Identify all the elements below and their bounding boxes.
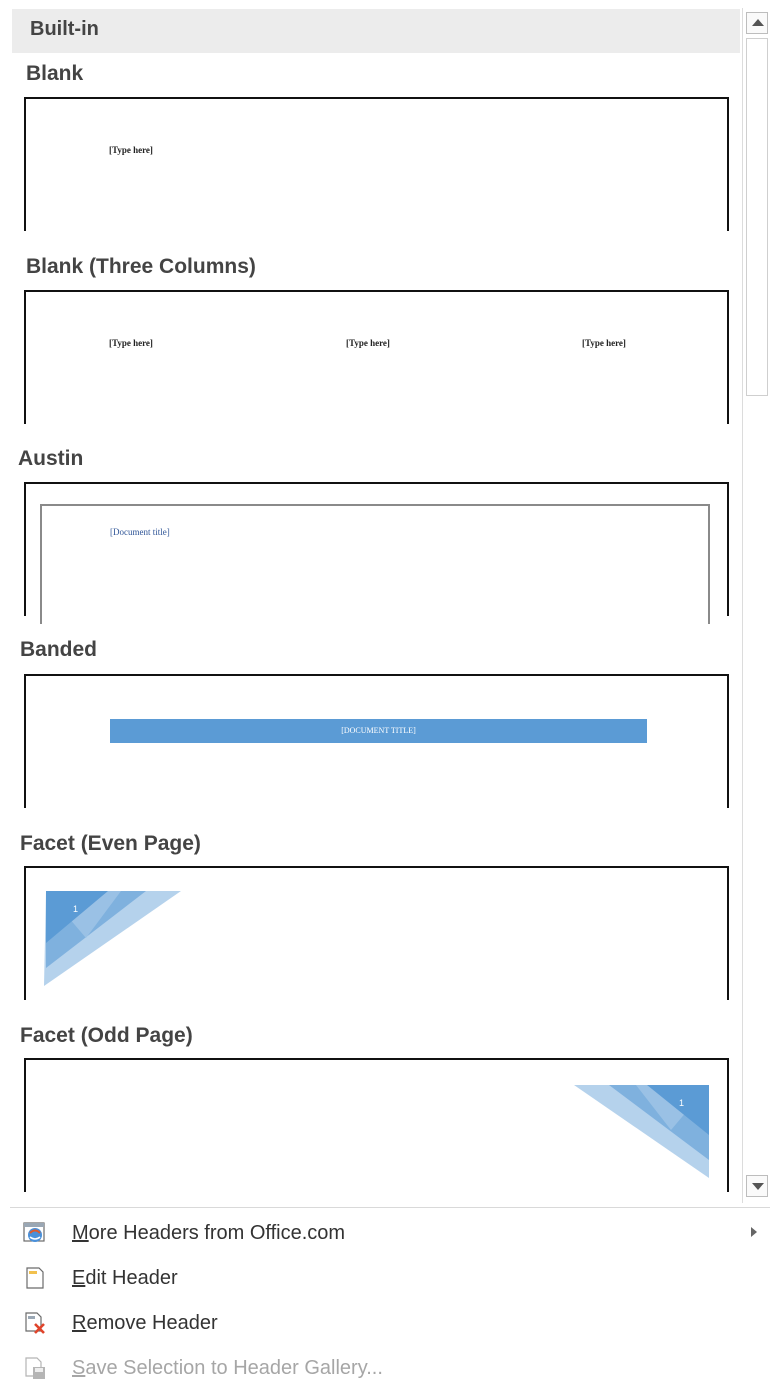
remove-header-label: Remove Header	[72, 1312, 218, 1334]
edit-header-label: Edit Header	[72, 1267, 178, 1289]
gallery-scrollbar[interactable]	[742, 8, 770, 1203]
remove-header-button[interactable]: Remove Header	[10, 1301, 765, 1345]
more-headers-label: More Headers from Office.com	[72, 1222, 346, 1244]
gallery-item-blank[interactable]: [Type here]	[24, 97, 729, 231]
document-title-band: [DOCUMENT TITLE]	[110, 719, 647, 743]
save-selection-label: Save Selection to Header Gallery...	[72, 1357, 383, 1379]
scrollbar-thumb[interactable]	[746, 38, 768, 396]
group-header-built-in: Built-in	[12, 9, 740, 53]
gallery-item-facet-odd-page[interactable]: 1	[24, 1058, 729, 1192]
header-gallery-menu: Built-in Blank [Type here] Blank (Three …	[0, 0, 770, 1391]
chevron-down-icon	[752, 1183, 764, 1190]
gallery-item-title-austin: Austin	[18, 447, 84, 470]
facet-page-number: 1	[679, 1098, 685, 1108]
more-headers-from-office-button[interactable]: More Headers from Office.com	[10, 1211, 765, 1255]
scroll-up-button[interactable]	[746, 12, 768, 34]
placeholder-text-center: [Type here]	[346, 338, 390, 348]
chevron-up-icon	[752, 19, 764, 26]
edit-header-button[interactable]: Edit Header	[10, 1256, 765, 1300]
facet-even-graphic	[44, 891, 181, 986]
header-gallery: Built-in Blank [Type here] Blank (Three …	[0, 0, 742, 1200]
gallery-item-banded[interactable]: [DOCUMENT TITLE]	[24, 674, 729, 808]
group-header-label: Built-in	[30, 18, 99, 40]
document-title-placeholder: [Document title]	[110, 527, 170, 537]
placeholder-text-right: [Type here]	[582, 338, 626, 348]
menu-divider	[10, 1207, 770, 1208]
facet-odd-graphic	[574, 1085, 709, 1178]
scroll-down-button[interactable]	[746, 1175, 768, 1197]
save-selection-icon	[25, 1357, 45, 1379]
gallery-item-title-blank-three-columns: Blank (Three Columns)	[26, 255, 256, 278]
office-web-icon	[23, 1222, 45, 1242]
facet-page-number: 1	[73, 904, 79, 914]
gallery-item-title-facet-even: Facet (Even Page)	[20, 832, 201, 855]
austin-border-frame: [Document title]	[40, 504, 710, 624]
remove-header-icon	[25, 1312, 45, 1334]
submenu-arrow-icon	[751, 1227, 757, 1237]
gallery-item-austin[interactable]: [Document title]	[24, 482, 729, 624]
gallery-item-title-banded: Banded	[20, 638, 98, 661]
gallery-item-title-facet-odd: Facet (Odd Page)	[20, 1024, 193, 1047]
placeholder-text: [Type here]	[109, 145, 153, 155]
save-selection-to-header-gallery-button[interactable]: Save Selection to Header Gallery...	[10, 1346, 765, 1390]
gallery-item-facet-even-page[interactable]: 1	[24, 866, 729, 1000]
edit-header-icon	[26, 1267, 44, 1289]
placeholder-text-left: [Type here]	[109, 338, 153, 348]
gallery-item-blank-three-columns[interactable]: [Type here] [Type here] [Type here]	[24, 290, 729, 424]
gallery-item-title-blank: Blank	[26, 62, 84, 85]
